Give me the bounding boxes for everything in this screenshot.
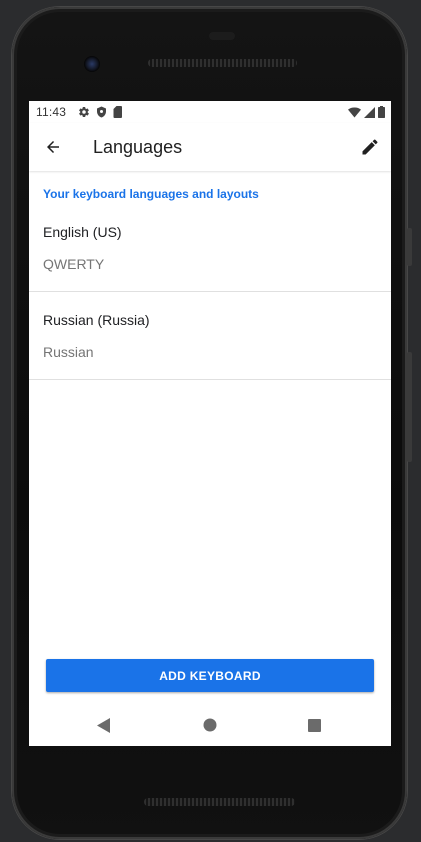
bottom-speaker [144,798,295,806]
power-button [407,228,412,266]
proximity-sensor [209,32,235,40]
language-item-russian[interactable]: Russian (Russia) Russian [29,291,391,380]
wifi-icon [348,105,361,123]
status-notification-icons [78,105,123,123]
page-title: Languages [93,137,183,157]
pencil-icon [362,139,378,155]
status-system-icons [348,105,385,123]
screen: 11:43 Languages Your keyboard languages … [29,101,391,746]
signal-icon [364,105,375,123]
front-camera [84,56,100,72]
volume-rocker [407,352,412,462]
arrow-back-icon [47,141,59,153]
language-item-english[interactable]: English (US) QWERTY [29,203,391,292]
navigation-bar [29,704,391,746]
settings-icon [78,105,90,123]
language-layout: QWERTY [43,256,105,272]
app-bar: Languages [29,123,391,171]
shield-icon [96,105,107,123]
edit-button[interactable] [357,134,383,160]
nav-back-button[interactable] [93,714,115,736]
nav-recents-button[interactable] [303,714,325,736]
nav-home-button[interactable] [199,714,221,736]
section-header: Your keyboard languages and layouts [43,187,259,201]
status-time: 11:43 [36,105,67,119]
back-button[interactable] [41,135,65,159]
language-name: Russian (Russia) [43,312,150,328]
battery-icon [378,105,385,123]
language-layout: Russian [43,344,94,360]
back-triangle-icon [97,717,110,733]
language-name: English (US) [43,224,122,240]
home-circle-icon [203,718,217,732]
earpiece-speaker [148,59,297,67]
sd-card-icon [113,105,123,123]
status-bar: 11:43 [29,101,391,123]
recents-square-icon [307,718,321,732]
add-keyboard-button[interactable]: ADD KEYBOARD [46,659,374,692]
